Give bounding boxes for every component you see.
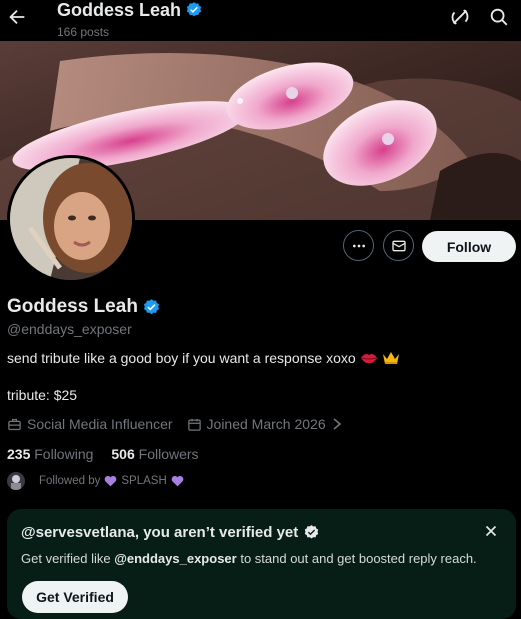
envelope-icon — [391, 240, 406, 251]
follower-avatar — [7, 472, 25, 490]
verify-text-handle: @enddays_exposer — [114, 551, 237, 566]
profile-name-text: Goddess Leah — [7, 296, 138, 317]
get-verified-button[interactable]: Get Verified — [22, 581, 128, 613]
purple-heart-icon — [105, 475, 117, 487]
following-label: Following — [34, 446, 94, 462]
calendar-icon — [187, 418, 201, 431]
header-title: Goddess Leah — [57, 0, 203, 20]
following-stat[interactable]: 235 Following — [7, 446, 93, 462]
avatar-image — [10, 158, 132, 280]
verify-text-prefix: Get verified like — [21, 551, 115, 566]
followers-stat[interactable]: 506 Followers — [111, 446, 198, 462]
profile-avatar[interactable] — [7, 155, 135, 283]
bio-text: send tribute like a good boy if you want… — [7, 350, 356, 366]
verify-card-title: @servesvetlana, you aren’t verified yet — [21, 524, 320, 541]
joined-text: Joined March 2026 — [206, 416, 326, 432]
verify-card-text: Get verified like @enddays_exposer to st… — [21, 551, 477, 566]
header-title-text: Goddess Leah — [57, 0, 182, 20]
following-count: 235 — [7, 446, 31, 462]
follow-button[interactable]: Follow — [422, 231, 516, 262]
back-arrow-icon[interactable] — [6, 6, 28, 28]
joined-item[interactable]: Joined March 2026 — [187, 416, 343, 432]
chevron-right-icon — [333, 418, 341, 430]
verified-badge-icon — [143, 298, 159, 314]
profile-bio: send tribute like a good boy if you want… — [7, 350, 400, 366]
more-options-button[interactable] — [343, 230, 374, 261]
purple-heart-icon — [171, 475, 184, 487]
ellipsis-icon — [352, 244, 365, 247]
header-title-block: Goddess Leah 166 posts — [57, 0, 203, 39]
category-item: Social Media Influencer — [7, 416, 173, 432]
verification-prompt-card: @servesvetlana, you aren’t verified yet … — [7, 509, 516, 619]
crown-emoji — [382, 352, 399, 364]
top-bar: Goddess Leah 166 posts — [0, 0, 521, 41]
briefcase-icon — [8, 418, 21, 430]
followed-by-prefix: Followed by — [39, 475, 101, 487]
tribute-text: tribute: $25 — [7, 387, 78, 403]
verify-text-suffix: to stand out and get boosted reply reach… — [236, 551, 477, 566]
followers-count: 506 — [111, 446, 135, 462]
post-count: 166 posts — [57, 25, 110, 39]
verify-card-title-text: @servesvetlana, you aren’t verified yet — [21, 524, 299, 541]
followed-by-text: Followed by SPLASH — [39, 475, 184, 487]
verified-badge-icon — [186, 2, 202, 17]
lips-emoji — [360, 354, 377, 364]
followed-by-name: SPLASH — [121, 475, 167, 487]
followers-label: Followers — [138, 446, 199, 462]
category-text: Social Media Influencer — [27, 416, 173, 432]
follow-stats: 235 Following 506 Followers — [7, 446, 199, 462]
grok-icon[interactable] — [449, 6, 471, 28]
followed-by[interactable]: Followed by SPLASH — [7, 472, 184, 490]
search-icon[interactable] — [488, 6, 510, 28]
close-icon[interactable] — [482, 522, 500, 540]
profile-handle: @enddays_exposer — [7, 321, 132, 337]
profile-name: Goddess Leah — [7, 296, 161, 318]
profile-meta: Social Media Influencer Joined March 202… — [7, 416, 343, 432]
verified-badge-outline-icon — [305, 525, 319, 539]
message-button[interactable] — [383, 230, 414, 261]
